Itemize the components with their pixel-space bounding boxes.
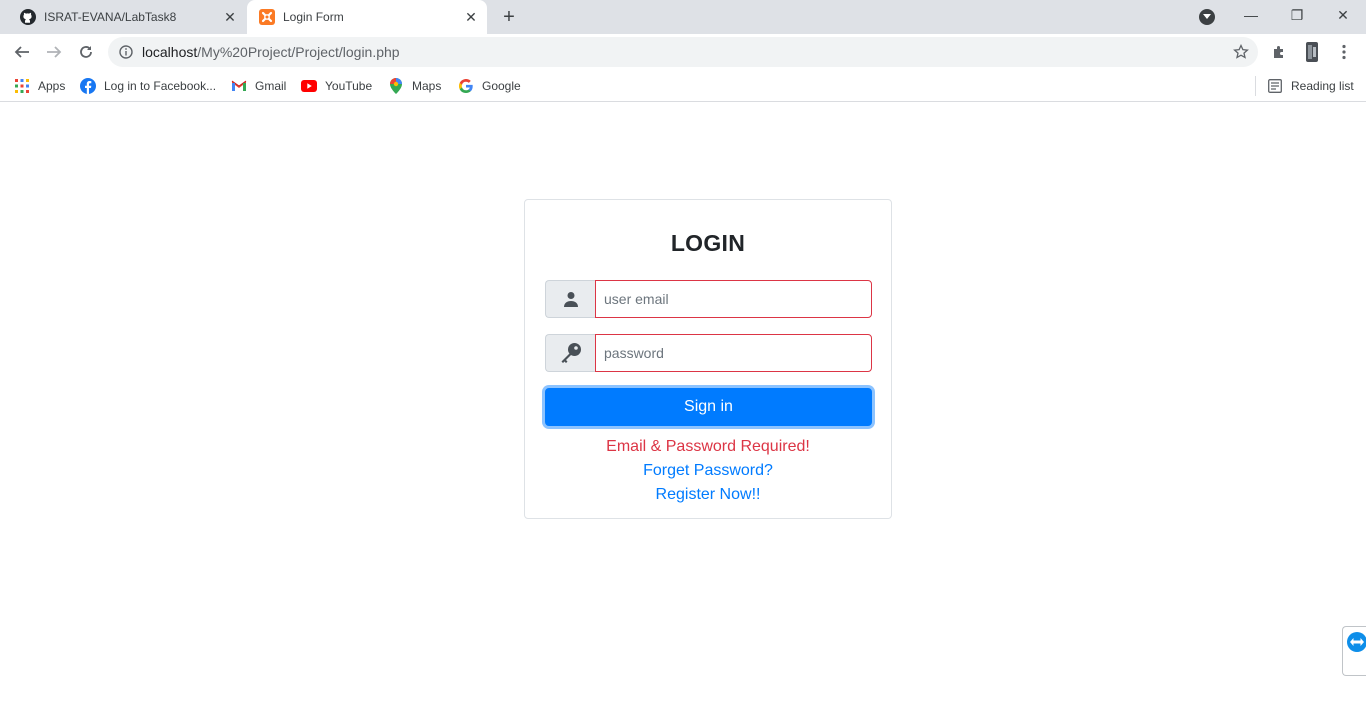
url-host: localhost [142, 44, 198, 60]
url-path: /My%20Project/Project/login.php [197, 44, 400, 60]
key-icon [545, 334, 595, 372]
bookmark-label: Log in to Facebook... [104, 79, 217, 93]
bookmark-label: Maps [412, 79, 442, 93]
teamviewer-widget[interactable] [1342, 626, 1366, 676]
bookmark-star-icon[interactable] [1232, 43, 1250, 61]
tab-title: Login Form [283, 10, 344, 24]
bookmarks-bar: Apps Log in to Facebook... Gmail YouTube… [0, 70, 1366, 102]
bookmark-label: Apps [38, 79, 66, 93]
teamviewer-icon [1347, 632, 1366, 652]
bookmark-label: Gmail [255, 79, 287, 93]
maximize-button[interactable]: ❐ [1274, 0, 1320, 30]
bookmark-maps[interactable]: Maps [388, 76, 441, 96]
tab-login-form[interactable]: Login Form ✕ [247, 0, 487, 34]
bookmarks-divider [1255, 76, 1256, 96]
youtube-icon [301, 78, 317, 94]
minimize-button[interactable]: — [1228, 0, 1274, 30]
bookmark-label: Google [482, 79, 521, 93]
sign-in-button[interactable]: Sign in [545, 388, 872, 426]
address-bar[interactable]: localhost/My%20Project/Project/login.php [108, 37, 1258, 67]
google-icon [458, 78, 474, 94]
tab-github[interactable]: ISRAT-EVANA/LabTask8 ✕ [8, 0, 246, 34]
forward-arrow-icon[interactable] [41, 39, 67, 65]
extensions-puzzle-icon[interactable] [1270, 43, 1288, 61]
tab-close-icon[interactable]: ✕ [461, 7, 481, 27]
error-message: Email & Password Required! [606, 438, 810, 455]
bookmark-gmail[interactable]: Gmail [231, 76, 286, 96]
bookmark-apps[interactable]: Apps [14, 76, 65, 96]
gmail-icon [231, 78, 247, 94]
user-icon [545, 280, 595, 318]
email-input[interactable] [595, 280, 872, 318]
bookmark-youtube[interactable]: YouTube [301, 76, 372, 96]
reload-icon[interactable] [73, 39, 99, 65]
profile-avatar[interactable] [1303, 41, 1321, 63]
maps-icon [388, 78, 404, 94]
xampp-icon [259, 9, 275, 25]
browser-toolbar: localhost/My%20Project/Project/login.php [0, 34, 1366, 70]
forget-password-link[interactable]: Forget Password? [525, 462, 891, 480]
kebab-menu-icon[interactable] [1335, 43, 1353, 61]
facebook-icon [80, 78, 96, 94]
window-close-button[interactable]: ✕ [1320, 0, 1366, 30]
reading-list-icon [1267, 78, 1283, 94]
new-tab-button[interactable]: + [498, 6, 520, 28]
password-input[interactable] [595, 334, 872, 372]
bookmark-label: YouTube [325, 79, 373, 93]
bookmark-facebook[interactable]: Log in to Facebook... [80, 76, 216, 96]
login-title: LOGIN [670, 230, 746, 256]
tab-search-icon[interactable] [1199, 9, 1215, 25]
login-card: LOGIN Sign in Email & Password Required!… [524, 199, 892, 519]
reading-list-button[interactable]: Reading list [1267, 76, 1354, 96]
site-info-icon[interactable] [118, 44, 134, 60]
tab-close-icon[interactable]: ✕ [220, 7, 240, 27]
reading-list-label: Reading list [1291, 79, 1354, 93]
email-input-group [545, 280, 872, 318]
tab-title: ISRAT-EVANA/LabTask8 [44, 10, 177, 24]
github-icon [20, 9, 36, 25]
password-input-group [545, 334, 872, 372]
apps-grid-icon [14, 78, 30, 94]
tab-strip: ISRAT-EVANA/LabTask8 ✕ Login Form ✕ + — … [0, 0, 1366, 34]
bookmark-google[interactable]: Google [458, 76, 521, 96]
back-arrow-icon[interactable] [9, 39, 35, 65]
register-link[interactable]: Register Now!! [525, 486, 891, 504]
